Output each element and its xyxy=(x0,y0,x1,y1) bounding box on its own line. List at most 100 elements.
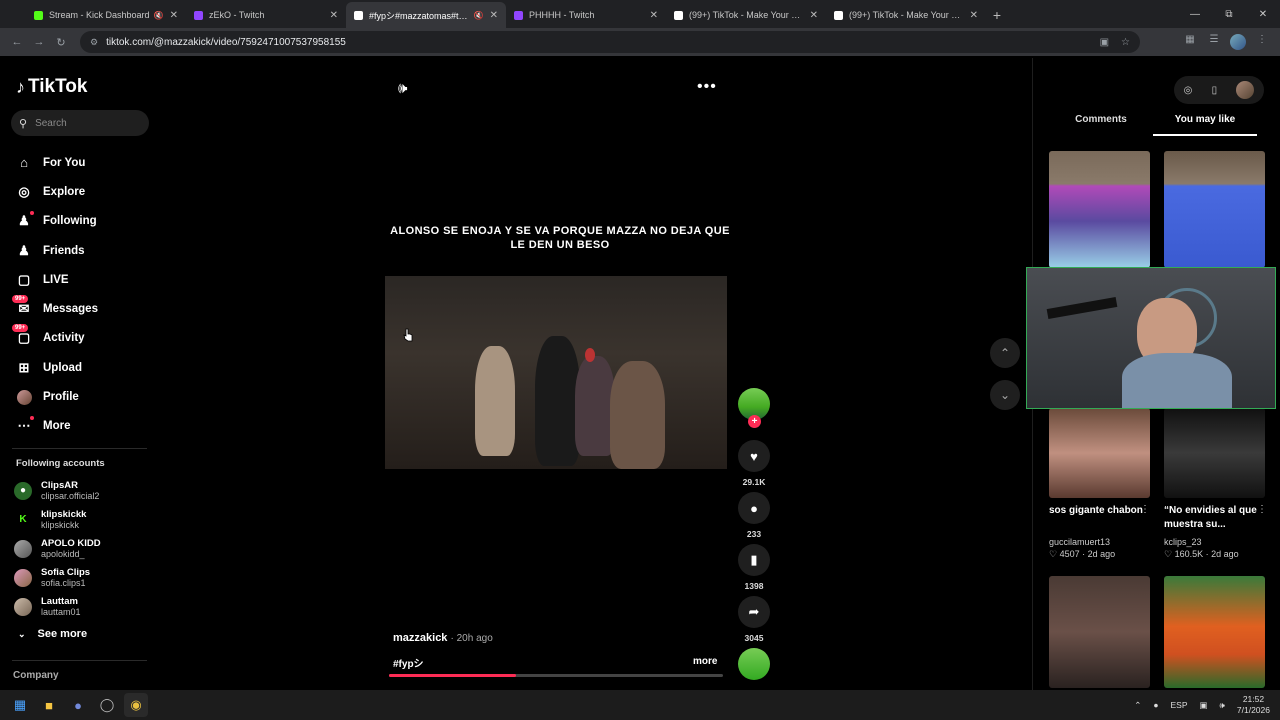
recommended-user[interactable]: kclips_23 xyxy=(1164,537,1202,547)
chevron-up-icon[interactable]: ⌃ xyxy=(1134,700,1141,711)
reload-icon[interactable]: ↻ xyxy=(50,31,72,53)
recommended-thumbnail[interactable] xyxy=(1164,576,1265,688)
new-tab-button[interactable]: + xyxy=(986,2,1008,28)
close-tab-icon[interactable]: ✕ xyxy=(810,10,818,21)
video-figure xyxy=(535,336,580,466)
volume-icon[interactable]: 🕪 xyxy=(398,80,407,97)
language-indicator[interactable]: ESP xyxy=(1171,700,1188,710)
sidebar-item-profile[interactable]: Profile xyxy=(16,382,98,411)
windows-start-icon[interactable]: ▦ xyxy=(8,693,32,717)
following-account[interactable]: Lauttam lauttam01 xyxy=(14,592,101,621)
sidebar-item-explore[interactable]: ◎ Explore xyxy=(16,177,98,206)
tab-comments[interactable]: Comments xyxy=(1049,114,1153,136)
company-link[interactable]: Company xyxy=(13,670,59,681)
muted-speaker-icon[interactable]: 🔇 xyxy=(154,11,164,20)
hashtag-link[interactable]: #fypシ xyxy=(393,655,424,670)
browser-tab[interactable]: (99+) TikTok - Make Your Day ✕ xyxy=(666,2,826,28)
phone-icon[interactable]: ▯ xyxy=(1212,85,1218,96)
back-icon[interactable]: ← xyxy=(6,31,28,53)
sidebar-item-live[interactable]: ▢ LIVE xyxy=(16,265,98,294)
forward-icon[interactable]: → xyxy=(28,31,50,53)
bookmark-star-icon[interactable]: ☆ xyxy=(1121,37,1130,48)
tiktok-logo[interactable]: ♪ TikTok xyxy=(16,76,87,98)
follow-plus-icon[interactable]: + xyxy=(748,415,761,428)
music-disc[interactable] xyxy=(738,648,770,680)
file-explorer-icon[interactable]: ■ xyxy=(37,693,61,717)
recommended-thumbnail[interactable] xyxy=(1049,576,1150,688)
see-more-button[interactable]: ⌄ See more xyxy=(18,628,87,640)
media-icon[interactable]: ☰ xyxy=(1202,34,1226,50)
recommended-thumbnail[interactable] xyxy=(1049,151,1150,268)
following-account[interactable]: ● ClipsAR clipsar.official2 xyxy=(14,476,101,505)
comment-action[interactable]: ● 233 xyxy=(738,492,770,539)
recommended-title[interactable]: sos gigante chabon xyxy=(1049,504,1150,518)
close-tab-icon[interactable]: ✕ xyxy=(970,10,978,21)
caption-more-button[interactable]: more xyxy=(693,656,717,667)
profile-avatar[interactable] xyxy=(1230,34,1246,50)
search-input[interactable]: ⚲ Search xyxy=(11,110,149,136)
recommended-thumbnail[interactable] xyxy=(1049,408,1150,498)
network-icon[interactable]: ▣ xyxy=(1200,700,1208,711)
extensions-icon[interactable]: ▦ xyxy=(1178,34,1202,50)
site-info-icon[interactable]: ⚙ xyxy=(90,37,98,48)
kebab-icon[interactable]: ⋮ xyxy=(1257,504,1267,515)
recommended-user[interactable]: guccilamuert13 xyxy=(1049,537,1110,547)
sidebar-item-more[interactable]: ⋯ More xyxy=(16,412,98,441)
following-accounts-title: Following accounts xyxy=(16,458,105,469)
previous-video-button[interactable]: ⌃ xyxy=(990,338,1020,368)
address-bar[interactable]: ⚙ tiktok.com/@mazzakick/video/7592471007… xyxy=(80,31,1140,53)
video-author[interactable]: mazzakick · 20h ago xyxy=(393,632,493,644)
compass-icon[interactable]: ◎ xyxy=(1184,85,1193,96)
sidebar-item-messages[interactable]: ✉ 99+ Messages xyxy=(12,294,98,323)
sidebar-item-friends[interactable]: ♟ Friends xyxy=(16,236,98,265)
browser-tab[interactable]: #fypシ#mazzatomas#toma 🔇 ✕ xyxy=(346,2,506,28)
browser-tab[interactable]: PHHHH - Twitch ✕ xyxy=(506,2,666,28)
video-progress-bar[interactable] xyxy=(389,674,723,677)
muted-speaker-icon[interactable]: 🔇 xyxy=(474,11,484,20)
recommended-thumbnail[interactable] xyxy=(1164,151,1265,268)
sidebar-item-activity[interactable]: ▢ 99+ Activity xyxy=(12,324,98,353)
volume-tray-icon[interactable]: 🕪 xyxy=(1220,700,1225,711)
menu-kebab-icon[interactable]: ⋮ xyxy=(1250,34,1274,50)
share-action[interactable]: ➦ 3045 xyxy=(738,596,770,643)
microphone-icon[interactable]: ● xyxy=(1153,700,1158,710)
recommended-title[interactable]: “No envidies al que muestra su... xyxy=(1164,504,1265,532)
maximize-icon[interactable]: ⧉ xyxy=(1212,0,1246,28)
close-window-icon[interactable]: ✕ xyxy=(1246,0,1280,28)
close-tab-icon[interactable]: ✕ xyxy=(490,10,498,21)
following-account[interactable]: Sofia Clips sofia.clips1 xyxy=(14,563,101,592)
kebab-icon[interactable]: ⋮ xyxy=(1140,504,1150,515)
following-account[interactable]: APOLO KIDD apolokidd_ xyxy=(14,534,101,563)
sidebar-item-upload[interactable]: ⊞ Upload xyxy=(16,353,98,382)
bookmark-icon[interactable]: ▮ xyxy=(738,544,770,576)
sidebar-item-following[interactable]: ♟ Following xyxy=(16,207,98,236)
discord-icon[interactable]: ● xyxy=(66,693,90,717)
browser-tab[interactable]: Stream - Kick Dashboard 🔇 ✕ xyxy=(26,2,186,28)
post-time: · 20h ago xyxy=(450,633,493,644)
video-player[interactable] xyxy=(385,276,727,469)
user-avatar[interactable] xyxy=(1236,81,1255,99)
heart-icon[interactable]: ♥ xyxy=(738,440,770,472)
obs-icon[interactable]: ◯ xyxy=(95,693,119,717)
minimize-icon[interactable]: — xyxy=(1178,0,1212,28)
clock[interactable]: 21:52 7/1/2026 xyxy=(1237,694,1270,716)
close-tab-icon[interactable]: ✕ xyxy=(170,10,178,21)
close-tab-icon[interactable]: ✕ xyxy=(330,10,338,21)
creator-avatar[interactable]: + xyxy=(738,388,770,428)
browser-tab[interactable]: zEkO - Twitch ✕ xyxy=(186,2,346,28)
sidebar-item-for-you[interactable]: ⌂ For You xyxy=(16,148,98,177)
comment-icon[interactable]: ● xyxy=(738,492,770,524)
browser-tab[interactable]: (99+) TikTok - Make Your Day ✕ xyxy=(826,2,986,28)
share-icon[interactable]: ➦ xyxy=(738,596,770,628)
close-tab-icon[interactable]: ✕ xyxy=(650,10,658,21)
author-name[interactable]: mazzakick xyxy=(393,632,447,644)
following-account[interactable]: Kklipskickk klipskickk xyxy=(14,505,101,534)
save-action[interactable]: ▮ 1398 xyxy=(738,544,770,591)
like-action[interactable]: ♥ 29.1K xyxy=(738,440,770,487)
more-options-icon[interactable]: ••• xyxy=(697,78,717,96)
tab-you-may-like[interactable]: You may like xyxy=(1153,114,1257,136)
recommended-thumbnail[interactable] xyxy=(1164,408,1265,498)
next-video-button[interactable]: ⌄ xyxy=(990,380,1020,410)
chrome-icon[interactable]: ◉ xyxy=(124,693,148,717)
install-icon[interactable]: ▣ xyxy=(1100,37,1109,48)
